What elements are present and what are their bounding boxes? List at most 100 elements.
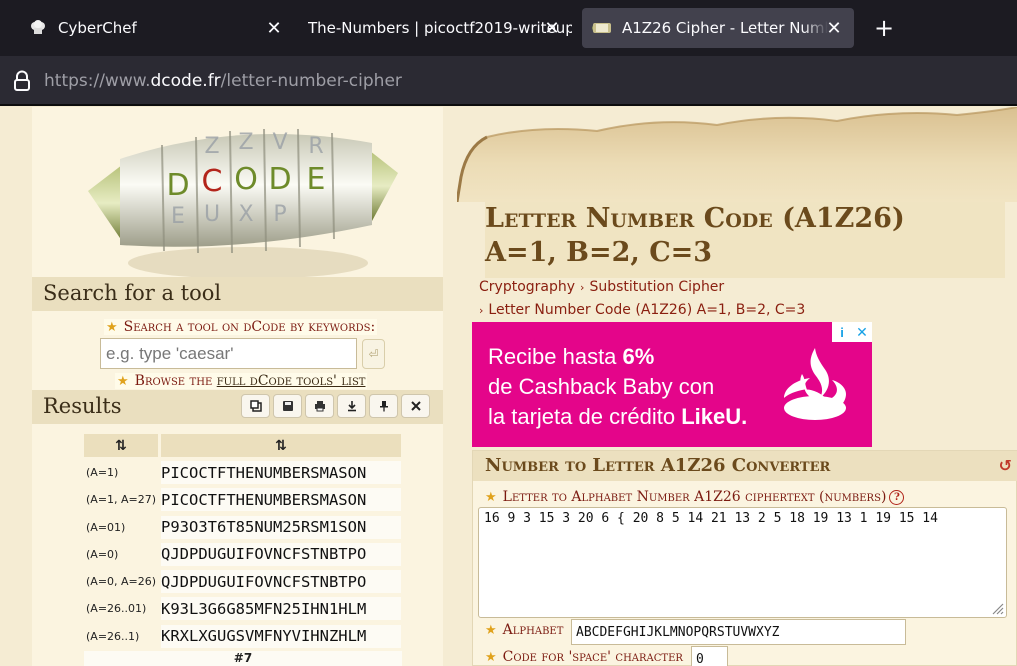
download-icon[interactable] [337, 394, 366, 418]
page-title: Letter Number Code (A1Z26) A=1, B=2, C=3 [485, 202, 1005, 278]
result-value[interactable]: K93L3G6G85MFN25IHN1HLM [161, 597, 401, 621]
converter-header: Number to Letter A1Z26 Converter ↺ [473, 451, 1017, 481]
result-value[interactable]: PICOCTFTHENUMBERSMASON [161, 488, 401, 512]
converter-title: Number to Letter A1Z26 Converter [485, 455, 831, 476]
tab-the-numbers[interactable]: The-Numbers | picoctf2019-writeup ✕ [296, 8, 572, 48]
advertisement-banner[interactable]: Recibe hasta 6% de Cashback Baby con la … [472, 322, 872, 447]
search-label: ★ Search a tool on dCode by keywords: [104, 319, 378, 335]
alphabet-label-text: Alphabet [502, 622, 564, 638]
svg-text:P: P [273, 202, 286, 227]
breadcrumb-separator-icon: › [479, 304, 484, 317]
ad-line3-highlight: LikeU. [681, 404, 748, 429]
result-key: (A=0, A=26) [86, 575, 157, 589]
tab-a1z26-cipher[interactable]: A1Z26 Cipher - Letter Number A1Z26 ✕ [582, 8, 854, 48]
svg-text:E: E [171, 204, 185, 229]
close-tab-icon[interactable]: ✕ [824, 18, 844, 39]
svg-text:Z: Z [238, 130, 253, 155]
result-row: (A=01) P93O3T6T85NUM25RSM1SON [84, 514, 402, 541]
result-value[interactable]: P93O3T6T85NUM25RSM1SON [161, 515, 401, 539]
url-scheme: https://www. [44, 71, 151, 91]
result-key: (A=26..01) [86, 602, 147, 616]
browse-prefix: Browse the [134, 373, 213, 389]
results-more-heading: #7 [84, 651, 402, 666]
result-row: (A=26..01) K93L3G6G85MFN25IHN1HLM [84, 595, 402, 622]
search-input[interactable] [100, 338, 357, 369]
close-icon[interactable] [401, 394, 430, 418]
ad-line2: de Cashback Baby con [488, 374, 715, 399]
result-key: (A=01) [86, 520, 126, 534]
result-value[interactable]: QJDPDUGUIFOVNCFSTNBTPO [161, 570, 401, 594]
star-icon: ★ [106, 320, 118, 335]
space-code-label: ★ Code for 'space' character [485, 649, 683, 665]
resize-grip-icon[interactable] [988, 599, 1004, 615]
ciphertext-input[interactable]: 16 9 3 15 3 20 6 { 20 8 5 14 21 13 2 5 1… [478, 507, 1007, 618]
address-bar[interactable]: https://www.dcode.fr/letter-number-ciphe… [0, 56, 1017, 106]
copy-icon[interactable] [241, 394, 270, 418]
ad-info-icon[interactable]: i [832, 322, 852, 342]
result-key: (A=26..1) [86, 629, 140, 643]
space-code-input[interactable] [691, 646, 728, 666]
space-code-label-text: Code for 'space' character [502, 649, 683, 665]
result-row: (A=1) PICOCTFTHENUMBERSMASON [84, 459, 402, 486]
url-path: /letter-number-cipher [220, 71, 402, 91]
result-key: (A=1, A=27) [86, 493, 157, 507]
result-value[interactable]: PICOCTFTHENUMBERSMASON [161, 461, 401, 484]
breadcrumb-cryptography[interactable]: Cryptography [479, 279, 575, 295]
browser-tab-bar: CyberChef ✕ The-Numbers | picoctf2019-wr… [0, 0, 1017, 56]
result-key: (A=0) [86, 547, 119, 561]
search-submit-icon[interactable]: ⏎ [362, 339, 385, 369]
svg-text:E: E [307, 162, 326, 197]
star-icon: ★ [117, 374, 129, 389]
results-list: (A=1) PICOCTFTHENUMBERSMASON (A=1, A=27) P… [84, 459, 402, 650]
pin-icon[interactable] [369, 394, 398, 418]
url-domain: dcode.fr [150, 71, 221, 91]
page-title-line1: Letter Number Code (A1Z26) [485, 203, 905, 234]
svg-text:D: D [166, 168, 189, 203]
result-value[interactable]: QJDPDUGUIFOVNCFSTNBTPO [161, 542, 401, 566]
page-content: D C O D E ZZVR EUXP Search for a tool ★ S… [0, 107, 1017, 666]
result-row: (A=0, A=26) QJDPDUGUIFOVNCFSTNBTPO [84, 568, 402, 595]
parchment-banner [457, 107, 1017, 202]
svg-text:X: X [238, 202, 253, 227]
svg-text:R: R [308, 134, 323, 159]
ciphertext-label: ★ Letter to Alphabet Number A1Z26 ciphert… [485, 489, 905, 505]
dcode-favicon [592, 18, 612, 38]
svg-text:D: D [268, 162, 291, 197]
tab-label: A1Z26 Cipher - Letter Number A1Z26 [622, 19, 828, 37]
santander-flame-logo [784, 348, 846, 420]
search-tool-heading: Search for a tool [32, 277, 443, 311]
alphabet-input[interactable] [571, 619, 906, 645]
browse-tools-line: ★ Browse the full dCode tools' list [115, 373, 368, 389]
result-value[interactable]: KRXLXGUGSVMFNYVIHNZHLM [161, 624, 401, 648]
new-tab-button[interactable]: + [870, 14, 898, 42]
result-row: (A=1, A=27) PICOCTFTHENUMBERSMASON [84, 486, 402, 513]
dcode-logo[interactable]: D C O D E ZZVR EUXP [80, 113, 410, 283]
result-row: (A=26..1) KRXLXGUGSVMFNYVIHNZHLM [84, 623, 402, 650]
reset-icon[interactable]: ↺ [999, 456, 1012, 475]
sort-key-column[interactable]: ⇅ [84, 434, 158, 457]
save-icon[interactable] [273, 394, 302, 418]
result-key: (A=1) [86, 466, 119, 479]
sort-value-column[interactable]: ⇅ [161, 434, 401, 457]
result-row: (A=0) QJDPDUGUIFOVNCFSTNBTPO [84, 541, 402, 568]
tab-label: The-Numbers | picoctf2019-writeup [308, 19, 572, 37]
help-icon[interactable]: ? [889, 490, 905, 505]
breadcrumb-current[interactable]: Letter Number Code (A1Z26) A=1, B=2, C=3 [488, 302, 805, 318]
print-icon[interactable] [305, 394, 334, 418]
ad-line3: la tarjeta de crédito [488, 404, 682, 429]
breadcrumb: Cryptography › Substitution Cipher › Letter… [479, 276, 805, 322]
breadcrumb-substitution[interactable]: Substitution Cipher [589, 279, 724, 295]
close-tab-icon[interactable]: ✕ [542, 18, 562, 39]
ad-close-icon[interactable]: ✕ [852, 322, 872, 342]
converter-panel: Number to Letter A1Z26 Converter ↺ ★ Lett… [472, 450, 1017, 666]
tab-label: CyberChef [58, 19, 137, 37]
svg-text:U: U [204, 202, 220, 227]
tab-cyberchef[interactable]: CyberChef ✕ [18, 8, 294, 48]
ciphertext-label-text: Letter to Alphabet Number A1Z26 cipherte… [502, 489, 887, 505]
url-text[interactable]: https://www.dcode.fr/letter-number-ciphe… [44, 71, 402, 91]
close-tab-icon[interactable]: ✕ [264, 18, 284, 39]
ad-line1: Recibe hasta [488, 344, 623, 369]
lock-icon [12, 70, 32, 92]
browse-tools-link[interactable]: full dCode tools' list [217, 373, 366, 389]
svg-text:V: V [272, 130, 287, 155]
